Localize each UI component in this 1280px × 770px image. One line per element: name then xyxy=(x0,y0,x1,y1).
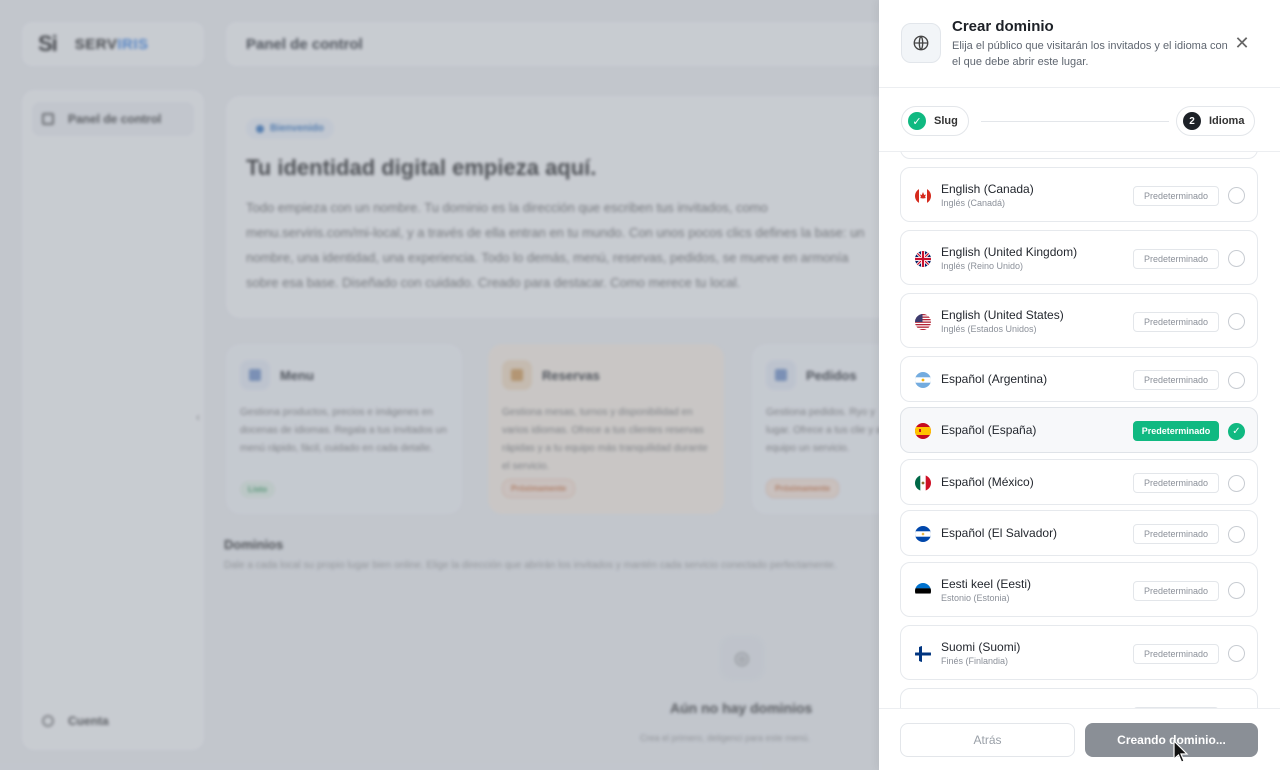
globe-icon xyxy=(901,23,941,63)
language-name: Español (España) xyxy=(941,423,1037,437)
language-name: Español (Argentina) xyxy=(941,372,1048,386)
language-native-name: Finés (Finlandia) xyxy=(941,655,1009,666)
check-icon: ✓ xyxy=(1232,425,1241,437)
create-domain-button[interactable]: Creando dominio... xyxy=(1085,723,1258,757)
set-default-button[interactable]: Predeterminado xyxy=(1133,580,1219,601)
language-option[interactable]: English (United Kingdom) Inglés (Reino Un… xyxy=(900,230,1258,285)
language-radio[interactable] xyxy=(1228,582,1245,599)
flag-fi-icon xyxy=(915,645,931,662)
language-radio[interactable]: ✓ xyxy=(1228,422,1245,440)
language-option[interactable]: Español (Argentina) Predeterminado xyxy=(900,356,1258,402)
language-option[interactable]: Español (El Salvador) Predeterminado xyxy=(900,510,1258,556)
step-connector xyxy=(981,121,1169,122)
language-radio[interactable] xyxy=(1228,371,1245,389)
language-name: Eesti keel (Eesti) xyxy=(941,576,1032,591)
language-option[interactable]: Español (México) Predeterminado xyxy=(900,459,1258,505)
language-name: Español (México) xyxy=(941,475,1034,489)
flag-ca-icon xyxy=(915,187,931,204)
back-button[interactable]: Atrás xyxy=(900,723,1075,757)
language-option[interactable]: Suomi (Suomi) Finés (Finlandia) Predetermi… xyxy=(900,625,1258,680)
drawer-footer: Atrás Creando dominio... xyxy=(879,708,1280,770)
set-default-button[interactable]: Predeterminado xyxy=(1133,524,1219,544)
set-default-button[interactable]: Predeterminado xyxy=(1133,473,1219,493)
language-name: English (Canada) xyxy=(941,181,1034,196)
language-option[interactable]: English (United States) Inglés (Estados U… xyxy=(900,293,1258,348)
language-radio[interactable] xyxy=(1228,525,1245,543)
language-option[interactable]: Français (France)Predeterminado xyxy=(900,688,1258,708)
mouse-cursor-icon xyxy=(1173,740,1189,763)
language-radio[interactable] xyxy=(1228,645,1245,662)
language-option[interactable]: English (Canada) Inglés (Canadá) Predeterm… xyxy=(900,167,1258,222)
flag-ar-icon xyxy=(915,372,931,388)
step-label: Idioma xyxy=(1209,115,1245,127)
check-icon: ✓ xyxy=(908,112,926,130)
language-native-name: Inglés (Canadá) xyxy=(941,197,1006,208)
step-slug[interactable]: ✓ Slug xyxy=(901,106,969,136)
drawer-description: Elija el público que visitarán los invit… xyxy=(952,40,1228,68)
language-name: Suomi (Suomi) xyxy=(941,639,1021,654)
step-language[interactable]: 2 Idioma xyxy=(1176,106,1256,136)
flag-sv-icon xyxy=(915,526,931,542)
flag-ee-icon xyxy=(915,582,931,599)
flag-us-icon xyxy=(915,313,931,330)
set-default-button[interactable]: Predeterminado xyxy=(1133,185,1219,206)
language-option[interactable]: Eesti keel (Eesti) Estonio (Estonia) Prede… xyxy=(900,562,1258,617)
language-radio[interactable] xyxy=(1228,474,1245,492)
stepper: ✓ Slug 2 Idioma xyxy=(879,88,1280,152)
set-default-button[interactable]: Predeterminado xyxy=(1133,248,1219,269)
create-domain-drawer: Crear dominio Elija el público que visit… xyxy=(879,0,1280,770)
language-radio[interactable] xyxy=(1228,250,1245,267)
flag-gb-icon xyxy=(915,250,931,267)
language-native-name: Inglés (Reino Unido) xyxy=(941,260,1024,271)
language-name: English (United Kingdom) xyxy=(941,244,1078,259)
step-label: Slug xyxy=(934,115,958,127)
modal-backdrop[interactable] xyxy=(0,0,880,770)
language-option-partial[interactable] xyxy=(900,152,1258,159)
flag-es-icon xyxy=(915,423,931,439)
set-default-button[interactable]: Predeterminado xyxy=(1133,370,1219,390)
set-default-button[interactable]: Predeterminado xyxy=(1133,643,1219,664)
close-icon[interactable]: ✕ xyxy=(1229,30,1255,56)
set-default-button[interactable]: Predeterminado xyxy=(1133,311,1219,332)
language-native-name: Inglés (Estados Unidos) xyxy=(941,323,1037,334)
language-list[interactable]: English (Canada) Inglés (Canadá) Predeterm… xyxy=(879,152,1280,708)
drawer-header: Crear dominio Elija el público que visit… xyxy=(879,0,1280,88)
language-name: Español (El Salvador) xyxy=(941,526,1058,540)
set-default-button[interactable]: Predeterminado xyxy=(1133,421,1219,441)
language-option[interactable]: Español (España) Predeterminado ✓ xyxy=(900,407,1258,453)
language-native-name: Estonio (Estonia) xyxy=(941,592,1010,603)
language-radio[interactable] xyxy=(1228,313,1245,330)
language-name: English (United States) xyxy=(941,307,1064,322)
step-number: 2 xyxy=(1183,112,1201,130)
flag-mx-icon xyxy=(915,475,931,491)
drawer-title: Crear dominio xyxy=(952,18,1054,35)
language-radio[interactable] xyxy=(1228,187,1245,204)
